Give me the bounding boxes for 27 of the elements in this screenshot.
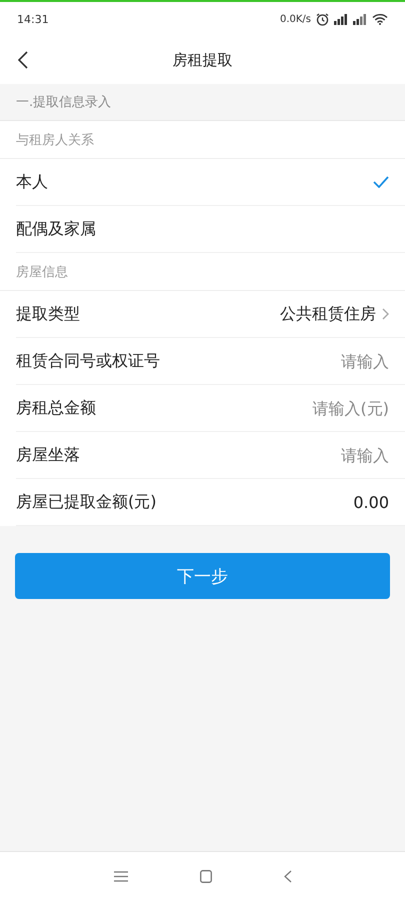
chevron-right-icon [382,308,389,320]
amount-value: 0.00 [353,492,389,512]
option-row[interactable]: 本人 [16,159,405,206]
field-label: 房屋已提取金额(元) [16,492,156,512]
status-time: 14:31 [17,12,49,26]
input-field[interactable]: 请输入 [249,446,389,464]
home-icon[interactable] [200,870,212,882]
signal-icon [353,14,367,24]
back-icon[interactable] [284,870,292,882]
signal-icon [334,14,348,24]
input-field[interactable]: 请输入(元) [249,398,389,418]
field-label: 提取类型 [16,304,80,324]
page-title: 房租提取 [172,50,232,70]
back-icon [18,51,28,69]
network-speed: 0.0K/s [280,14,311,24]
option-row[interactable]: 配偶及家属 [16,206,405,253]
group-label: 与租房人关系 [16,132,94,148]
field-label: 租赁合同号或权证号 [16,350,160,372]
alarm-icon [316,12,329,26]
group-label: 房屋信息 [16,264,68,280]
type-select[interactable]: 公共租赁住房 [280,304,389,324]
input-field[interactable]: 请输入 [249,352,389,370]
wifi-icon [372,13,388,25]
field-label: 房屋坐落 [16,444,80,466]
section-header: 一.提取信息录入 [16,94,112,111]
field-label: 房租总金额 [16,398,96,418]
menu-icon[interactable] [114,870,128,882]
